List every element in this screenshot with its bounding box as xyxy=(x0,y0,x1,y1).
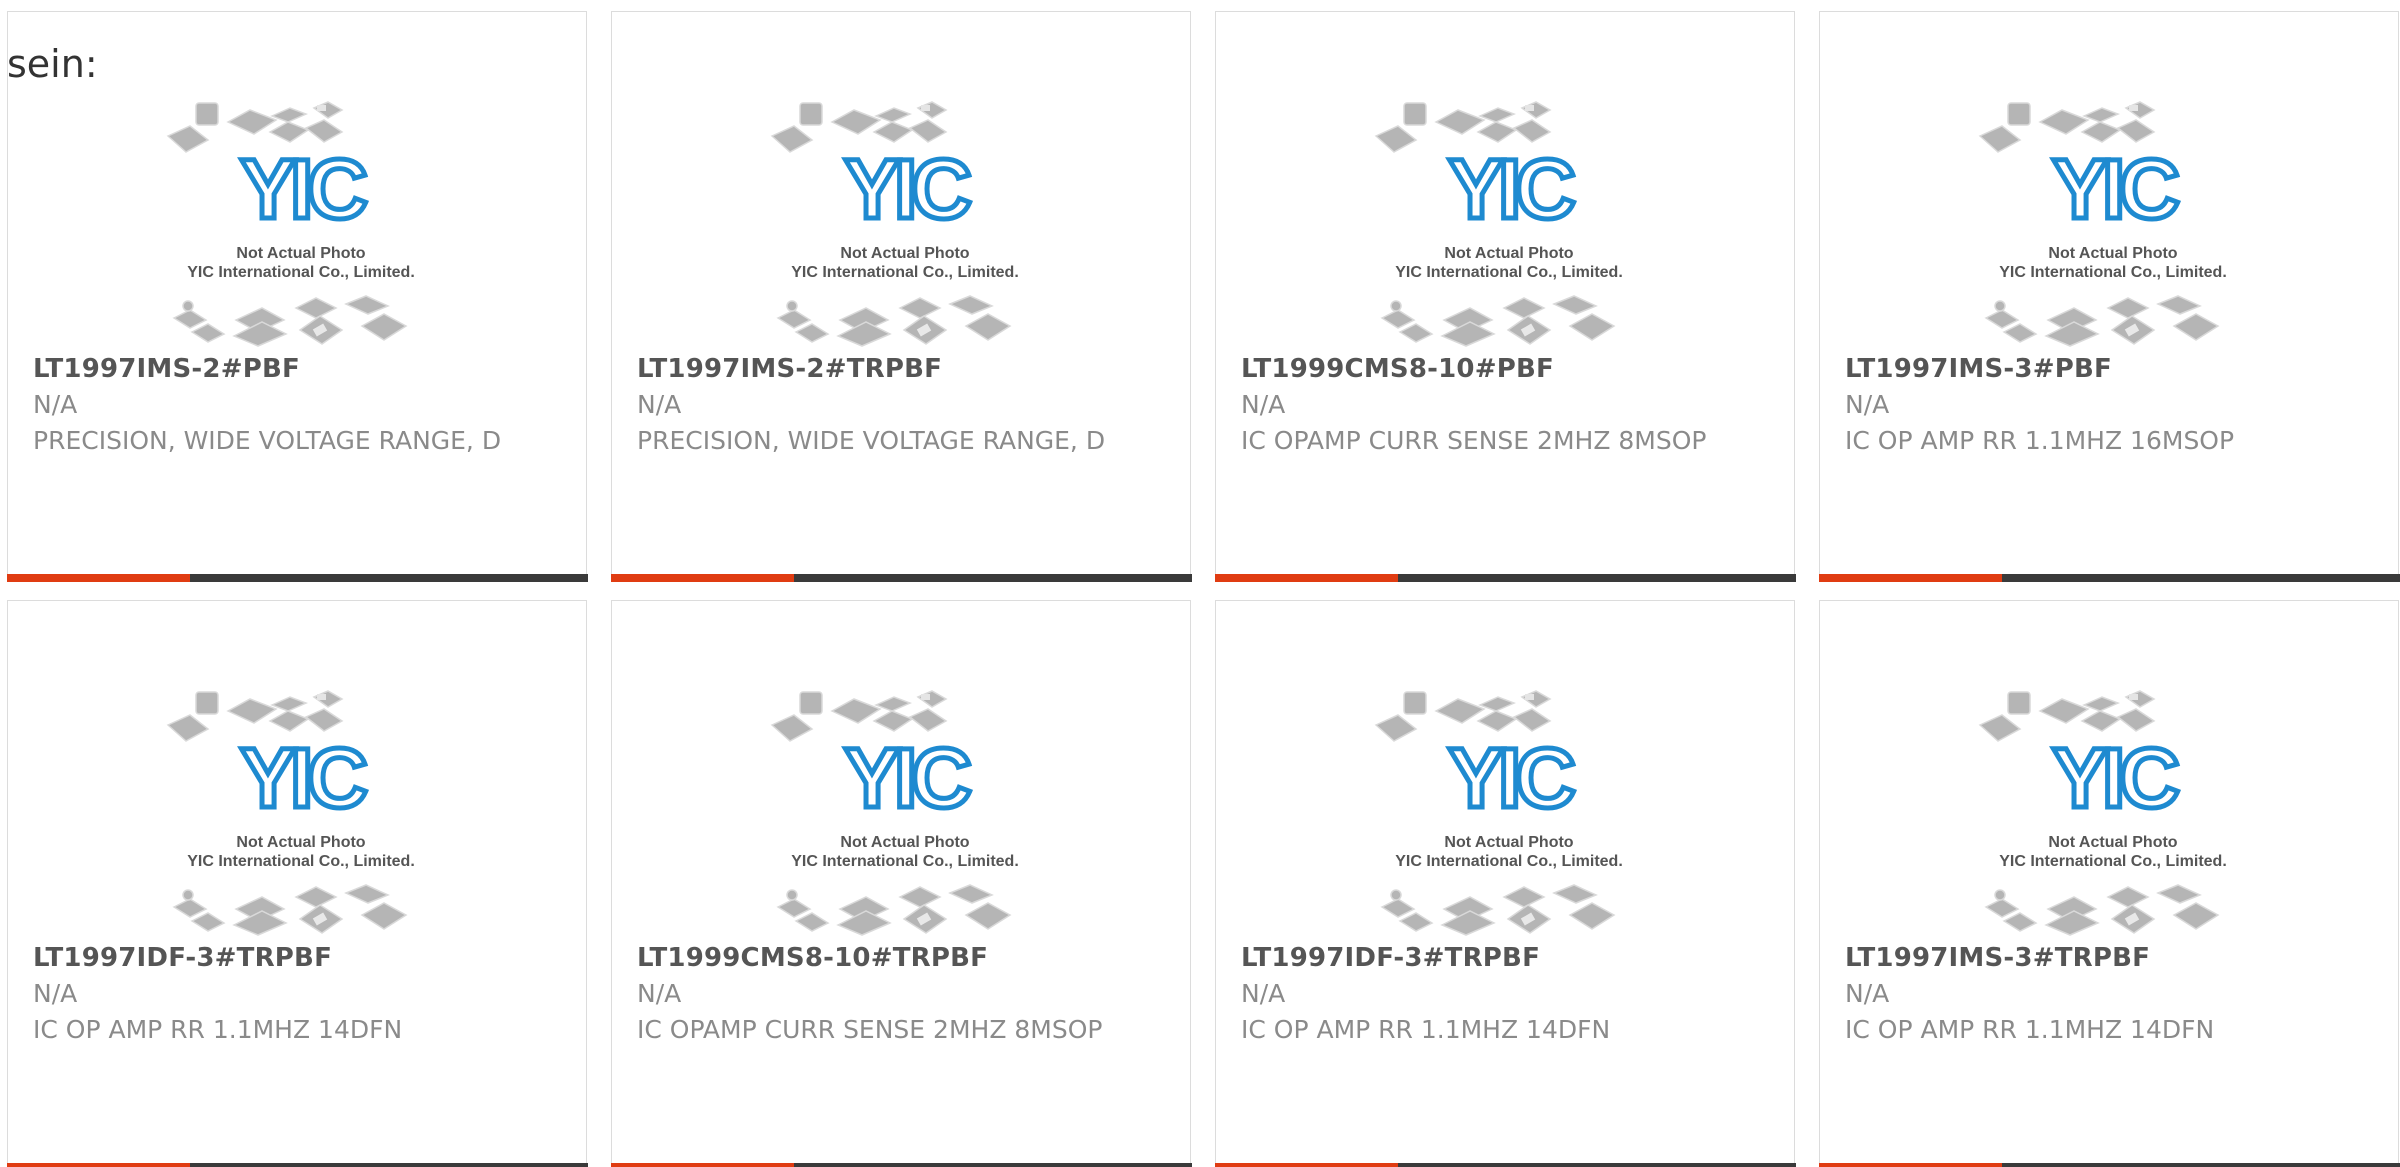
description-text: IC OPAMP CURR SENSE 2MHZ 8MSOP xyxy=(637,1015,1103,1044)
card-accent xyxy=(6,1163,190,1167)
manufacturer-text: N/A xyxy=(33,390,78,419)
card-bottom-bar xyxy=(6,574,588,582)
svg-text:Not Actual Photo: Not Actual Photo xyxy=(236,834,365,851)
svg-text:YIC International Co., Limited: YIC International Co., Limited. xyxy=(187,264,415,281)
product-thumbnail[interactable]: YIC Not Actual Photo YIC International C… xyxy=(770,100,1040,350)
svg-text:Not Actual Photo: Not Actual Photo xyxy=(1444,245,1573,262)
card-accent xyxy=(610,1163,794,1167)
part-number-link[interactable]: LT1997IMS-3#TRPBF xyxy=(1845,943,2150,973)
part-number-link[interactable]: LT1997IDF-3#TRPBF xyxy=(1241,943,1540,973)
yic-logo: YIC xyxy=(1448,142,1574,236)
chip-icons-bottom xyxy=(776,295,1012,347)
svg-text:Not Actual Photo: Not Actual Photo xyxy=(2048,245,2177,262)
product-grid: sein: YIC Not Actual Photo YIC Internati… xyxy=(0,0,2400,1167)
svg-text:YIC International Co., Limited: YIC International Co., Limited. xyxy=(791,853,1019,870)
card-accent xyxy=(1818,1163,2002,1167)
svg-text:YIC International Co., Limited: YIC International Co., Limited. xyxy=(1395,264,1623,281)
svg-text:YIC International Co., Limited: YIC International Co., Limited. xyxy=(1999,264,2227,281)
prefix-text: sein: xyxy=(7,42,98,86)
description-text: IC OP AMP RR 1.1MHZ 14DFN xyxy=(1241,1015,1611,1044)
card-bottom-bar xyxy=(610,1163,1192,1167)
svg-text:Not Actual Photo: Not Actual Photo xyxy=(236,245,365,262)
card-bottom-bar xyxy=(610,574,1192,582)
part-number-link[interactable]: LT1997IMS-2#TRPBF xyxy=(637,354,942,384)
card-bottom-bar xyxy=(1818,574,2400,582)
product-card[interactable]: YIC Not Actual Photo YIC International C… xyxy=(1214,600,1796,1167)
yic-logo: YIC xyxy=(1448,731,1574,825)
chip-icons-bottom xyxy=(1984,295,2220,347)
product-card[interactable]: YIC Not Actual Photo YIC International C… xyxy=(6,11,588,582)
manufacturer-text: N/A xyxy=(1241,979,1286,1008)
product-card[interactable]: YIC Not Actual Photo YIC International C… xyxy=(610,11,1192,582)
card-accent xyxy=(1214,574,1398,582)
part-number-link[interactable]: LT1997IDF-3#TRPBF xyxy=(33,943,332,973)
chip-icons-bottom xyxy=(172,295,408,347)
card-accent xyxy=(1818,574,2002,582)
card-bottom-bar xyxy=(1214,1163,1796,1167)
svg-text:Not Actual Photo: Not Actual Photo xyxy=(840,834,969,851)
description-text: PRECISION, WIDE VOLTAGE RANGE, D xyxy=(637,426,1106,455)
product-card[interactable]: YIC Not Actual Photo YIC International C… xyxy=(1818,11,2400,582)
product-thumbnail[interactable]: YIC Not Actual Photo YIC International C… xyxy=(1978,100,2248,350)
svg-text:YIC International Co., Limited: YIC International Co., Limited. xyxy=(1999,853,2227,870)
card-bottom-bar xyxy=(1818,1163,2400,1167)
product-thumbnail[interactable]: YIC Not Actual Photo YIC International C… xyxy=(166,100,436,350)
part-number-link[interactable]: LT1999CMS8-10#TRPBF xyxy=(637,943,988,973)
manufacturer-text: N/A xyxy=(1241,390,1286,419)
svg-text:Not Actual Photo: Not Actual Photo xyxy=(2048,834,2177,851)
product-thumbnail[interactable]: YIC Not Actual Photo YIC International C… xyxy=(1374,100,1644,350)
description-text: IC OP AMP RR 1.1MHZ 16MSOP xyxy=(1845,426,2235,455)
part-number-link[interactable]: LT1997IMS-3#PBF xyxy=(1845,354,2112,384)
description-text: IC OP AMP RR 1.1MHZ 14DFN xyxy=(33,1015,403,1044)
svg-text:YIC International Co., Limited: YIC International Co., Limited. xyxy=(1395,853,1623,870)
manufacturer-text: N/A xyxy=(33,979,78,1008)
card-accent xyxy=(1214,1163,1398,1167)
product-thumbnail[interactable]: YIC Not Actual Photo YIC International C… xyxy=(770,689,1040,939)
card-bottom-bar xyxy=(1214,574,1796,582)
product-thumbnail[interactable]: YIC Not Actual Photo YIC International C… xyxy=(1374,689,1644,939)
yic-logo: YIC xyxy=(844,731,970,825)
svg-text:Not Actual Photo: Not Actual Photo xyxy=(840,245,969,262)
part-number-link[interactable]: LT1997IMS-2#PBF xyxy=(33,354,300,384)
chip-icons-bottom xyxy=(1380,295,1616,347)
chip-icons-bottom xyxy=(1984,884,2220,936)
yic-logo: YIC xyxy=(240,731,366,825)
product-card[interactable]: YIC Not Actual Photo YIC International C… xyxy=(610,600,1192,1167)
yic-logo: YIC xyxy=(2052,731,2178,825)
manufacturer-text: N/A xyxy=(637,390,682,419)
card-accent xyxy=(610,574,794,582)
product-thumbnail[interactable]: YIC Not Actual Photo YIC International C… xyxy=(166,689,436,939)
description-text: IC OPAMP CURR SENSE 2MHZ 8MSOP xyxy=(1241,426,1707,455)
chip-icons-bottom xyxy=(1380,884,1616,936)
product-card[interactable]: YIC Not Actual Photo YIC International C… xyxy=(6,600,588,1167)
product-card[interactable]: YIC Not Actual Photo YIC International C… xyxy=(1818,600,2400,1167)
yic-logo: YIC xyxy=(844,142,970,236)
manufacturer-text: N/A xyxy=(1845,979,1890,1008)
chip-icons-bottom xyxy=(776,884,1012,936)
description-text: PRECISION, WIDE VOLTAGE RANGE, D xyxy=(33,426,502,455)
card-accent xyxy=(6,574,190,582)
part-number-link[interactable]: LT1999CMS8-10#PBF xyxy=(1241,354,1554,384)
svg-text:YIC International Co., Limited: YIC International Co., Limited. xyxy=(187,853,415,870)
yic-logo: YIC xyxy=(2052,142,2178,236)
chip-icons-bottom xyxy=(172,884,408,936)
card-bottom-bar xyxy=(6,1163,588,1167)
description-text: IC OP AMP RR 1.1MHZ 14DFN xyxy=(1845,1015,2215,1044)
manufacturer-text: N/A xyxy=(637,979,682,1008)
product-card[interactable]: YIC Not Actual Photo YIC International C… xyxy=(1214,11,1796,582)
svg-text:YIC International Co., Limited: YIC International Co., Limited. xyxy=(791,264,1019,281)
product-thumbnail[interactable]: YIC Not Actual Photo YIC International C… xyxy=(1978,689,2248,939)
manufacturer-text: N/A xyxy=(1845,390,1890,419)
yic-logo: YIC xyxy=(240,142,366,236)
svg-text:Not Actual Photo: Not Actual Photo xyxy=(1444,834,1573,851)
